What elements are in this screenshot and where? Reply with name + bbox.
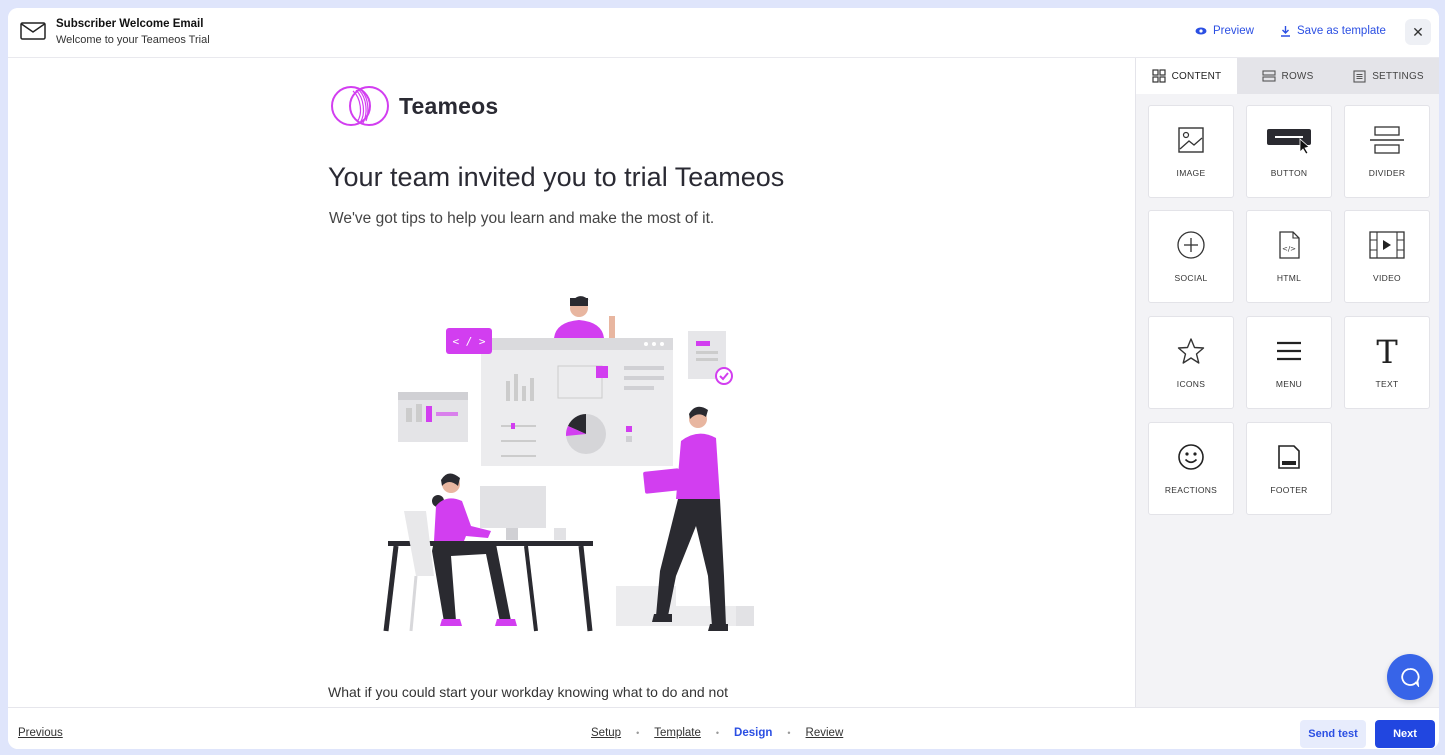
block-divider-label: DIVIDER <box>1368 168 1406 178</box>
block-footer[interactable]: FOOTER <box>1246 422 1332 515</box>
tab-rows[interactable]: ROWS <box>1237 58 1338 94</box>
editor-window: Subscriber Welcome Email Welcome to your… <box>8 8 1439 749</box>
svg-text:T: T <box>1376 335 1398 367</box>
step-separator: • <box>787 728 791 738</box>
eye-icon <box>1195 27 1207 35</box>
smiley-icon <box>1178 444 1204 470</box>
step-separator: • <box>715 728 720 738</box>
panel-tabs: CONTENT ROWS SETTINGS <box>1136 58 1439 94</box>
button-icon <box>1267 129 1311 155</box>
block-video-label: VIDEO <box>1373 273 1401 283</box>
block-reactions-label: REACTIONS <box>1164 485 1218 495</box>
social-icon <box>1177 231 1205 259</box>
bottom-bar: Previous Setup • Template • Design • Rev… <box>8 707 1439 749</box>
block-text[interactable]: T TEXT <box>1344 316 1430 409</box>
tab-content[interactable]: CONTENT <box>1136 58 1237 94</box>
save-as-template-button[interactable]: Save as template <box>1280 25 1386 37</box>
block-icons-label: ICONS <box>1176 379 1206 389</box>
content-blocks-panel: CONTENT ROWS SETTINGS IMAGE BUTTON DIVID… <box>1135 58 1439 707</box>
step-template[interactable]: Template <box>654 727 701 739</box>
settings-icon <box>1353 69 1366 83</box>
code-tag-text: < / > <box>452 335 485 348</box>
html-icon: </> <box>1279 231 1300 259</box>
preview-label: Preview <box>1213 25 1254 37</box>
grid-icon <box>1152 69 1166 83</box>
step-separator: • <box>636 728 640 738</box>
block-icons[interactable]: ICONS <box>1148 316 1234 409</box>
block-divider[interactable]: DIVIDER <box>1344 105 1430 198</box>
footer-icon <box>1278 445 1300 469</box>
block-image-label: IMAGE <box>1176 168 1206 178</box>
block-button[interactable]: BUTTON <box>1246 105 1332 198</box>
step-design[interactable]: Design <box>734 727 772 739</box>
svg-text:</>: </> <box>1282 245 1296 253</box>
next-button[interactable]: Next <box>1375 720 1435 748</box>
tab-content-label: CONTENT <box>1171 70 1222 82</box>
block-html[interactable]: </> HTML <box>1246 210 1332 303</box>
tab-settings[interactable]: SETTINGS <box>1338 58 1439 94</box>
block-text-label: TEXT <box>1375 379 1399 389</box>
email-canvas[interactable]: Teameos Your team invited you to trial T… <box>8 58 1135 707</box>
top-bar: Subscriber Welcome Email Welcome to your… <box>8 8 1439 58</box>
email-headline: Your team invited you to trial Teameos <box>328 162 785 192</box>
teameos-logo-icon <box>331 86 389 126</box>
step-review[interactable]: Review <box>806 727 844 739</box>
previous-link[interactable]: Previous <box>18 727 63 739</box>
block-button-label: BUTTON <box>1270 168 1308 178</box>
close-icon: ✕ <box>1412 23 1424 40</box>
close-button[interactable]: ✕ <box>1405 19 1431 45</box>
block-html-label: HTML <box>1276 273 1302 283</box>
block-footer-label: FOOTER <box>1270 485 1308 495</box>
save-as-template-label: Save as template <box>1297 25 1386 37</box>
divider-icon <box>1370 126 1404 154</box>
wizard-steps: Setup • Template • Design • Review <box>591 727 843 739</box>
text-icon: T <box>1376 335 1398 367</box>
block-image[interactable]: IMAGE <box>1148 105 1234 198</box>
block-reactions[interactable]: REACTIONS <box>1148 422 1234 515</box>
send-test-button[interactable]: Send test <box>1300 720 1366 748</box>
block-menu[interactable]: MENU <box>1246 316 1332 409</box>
rows-icon <box>1261 70 1276 82</box>
tab-settings-label: SETTINGS <box>1372 70 1424 82</box>
team-collaboration-illustration: < / > <box>383 296 754 632</box>
menu-icon <box>1277 341 1301 361</box>
step-setup[interactable]: Setup <box>591 727 621 739</box>
email-body-text: What if you could start your workday kno… <box>328 684 728 700</box>
block-video[interactable]: VIDEO <box>1344 210 1430 303</box>
envelope-icon <box>20 22 46 40</box>
tab-rows-label: ROWS <box>1281 70 1314 82</box>
video-icon <box>1369 231 1405 259</box>
download-icon <box>1281 26 1290 37</box>
block-menu-label: MENU <box>1275 379 1303 389</box>
email-subject: Welcome to your Teameos Trial <box>56 34 210 46</box>
block-social-label: SOCIAL <box>1174 273 1208 283</box>
star-icon <box>1177 338 1205 364</box>
email-title: Subscriber Welcome Email <box>56 18 204 30</box>
preview-button[interactable]: Preview <box>1195 25 1254 37</box>
brand-logo: Teameos <box>329 84 498 128</box>
help-chat-button[interactable] <box>1387 654 1433 700</box>
image-icon <box>1178 127 1204 153</box>
brand-name: Teameos <box>399 92 499 119</box>
block-social[interactable]: SOCIAL <box>1148 210 1234 303</box>
chat-bubble-icon <box>1401 668 1420 687</box>
email-subheadline: We've got tips to help you learn and mak… <box>329 210 715 227</box>
